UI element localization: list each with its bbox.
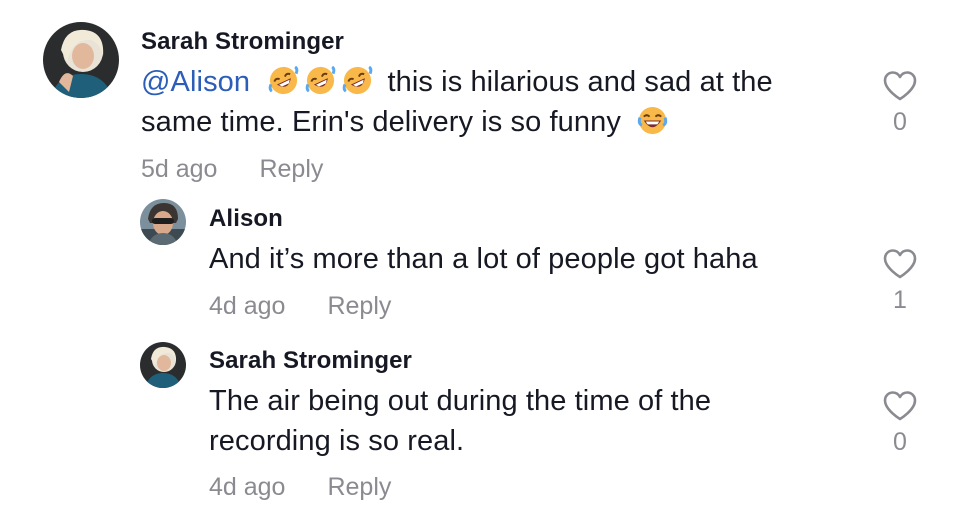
comment-text-line: @Alison this is hilarious and sad at the <box>141 62 841 102</box>
like-count: 0 <box>893 428 907 456</box>
comment-text-line: same time. Erin's delivery is so funny <box>141 102 841 142</box>
comment-meta: 4d ago Reply <box>209 473 391 502</box>
comment-timestamp: 4d ago <box>209 292 286 320</box>
rofl-emoji <box>268 65 299 96</box>
like-button[interactable]: 0 <box>880 70 920 137</box>
comment-text: @Alison this is hilarious and sad at the… <box>141 62 841 142</box>
heart-icon[interactable] <box>882 390 918 422</box>
like-button[interactable]: 1 <box>880 248 920 315</box>
laughing-emoji <box>637 105 668 136</box>
comment-meta: 5d ago Reply <box>141 155 323 184</box>
comment-timestamp: 4d ago <box>209 473 286 501</box>
comment-username[interactable]: Sarah Strominger <box>141 28 344 56</box>
comment-text-segment: same time. Erin's delivery is so funny <box>141 106 621 138</box>
comment-text-line: recording is so real. <box>209 425 465 457</box>
like-button[interactable]: 0 <box>880 390 920 457</box>
like-count: 1 <box>893 286 907 314</box>
comment-username[interactable]: Alison <box>209 205 283 233</box>
reply-button[interactable]: Reply <box>327 473 391 501</box>
avatar[interactable] <box>140 342 186 388</box>
heart-icon[interactable] <box>882 248 918 280</box>
avatar[interactable] <box>43 22 119 98</box>
comment-text-segment: this is hilarious and sad at the <box>387 66 773 98</box>
comment-text: And it’s more than a lot of people got h… <box>209 243 758 275</box>
mention-link[interactable]: @Alison <box>141 66 250 98</box>
comment-timestamp: 5d ago <box>141 155 218 183</box>
comment-meta: 4d ago Reply <box>209 292 391 321</box>
comment-text: The air being out during the time of the… <box>209 381 711 461</box>
avatar[interactable] <box>140 199 186 245</box>
rofl-emoji <box>305 65 336 96</box>
reply-button[interactable]: Reply <box>327 292 391 320</box>
comment-username[interactable]: Sarah Strominger <box>209 347 412 375</box>
comment-text-line: The air being out during the time of the <box>209 385 712 417</box>
reply-button[interactable]: Reply <box>259 155 323 183</box>
like-count: 0 <box>893 108 907 136</box>
heart-icon[interactable] <box>882 70 918 102</box>
rofl-emoji <box>342 65 373 96</box>
